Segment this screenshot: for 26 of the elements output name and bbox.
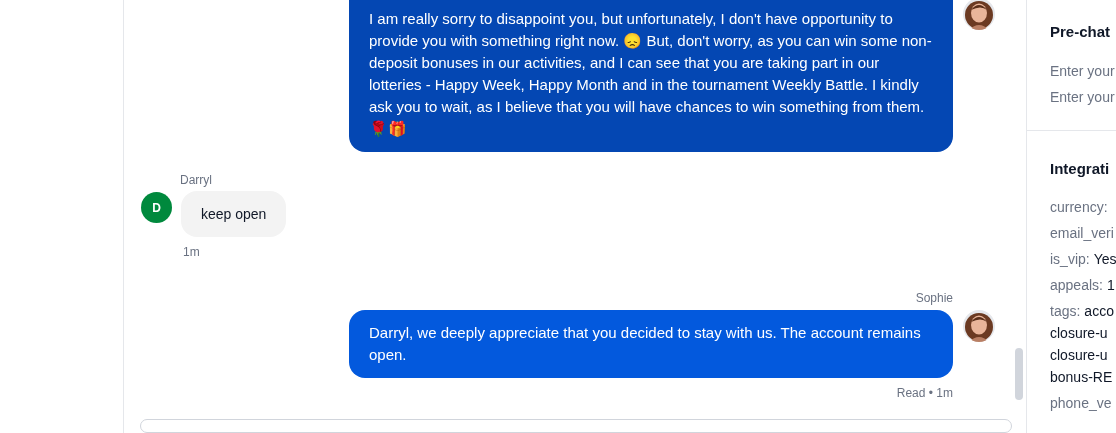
- field-label: email_veri: [1050, 224, 1114, 243]
- field-label: Enter your: [1050, 87, 1115, 107]
- message-input[interactable]: [140, 419, 1012, 433]
- field-value: 1: [1106, 276, 1115, 295]
- message-bubble: Darryl, we deeply appreciate that you decided to stay with us. The account remains open.: [349, 310, 953, 378]
- author-name: Sophie: [915, 290, 953, 307]
- field-value: Yes: [1093, 250, 1116, 269]
- message-bubble: keep open: [181, 191, 287, 237]
- field-label: tags:: [1050, 302, 1081, 321]
- author-name: Darryl: [180, 172, 212, 189]
- field-value: bonus-RE: [1050, 368, 1114, 387]
- avatar: D: [141, 192, 172, 223]
- field-label: phone_ve: [1050, 394, 1112, 413]
- timestamp: 1m: [183, 244, 200, 261]
- message-bubble: I am really sorry to disappoint you, but unfortunately, I don't have opportunity to provide you with something right now. 😞 But, don't worry, as you can win some non-deposit bonuses in our activities, and I can see that you are taking part in our lotteries - Happy Week, Happy Month and in the tournament Weekly Battle. I kindly ask you to wait, as I believe that you will have chances to win something from them. 🌹🎁: [349, 0, 953, 152]
- read-status: Read • 1m: [896, 385, 953, 402]
- section-title: Integrati: [1050, 158, 1111, 179]
- field-value: closure-u: [1050, 324, 1109, 343]
- field-value: acco: [1084, 302, 1114, 321]
- section-title: Pre-chat: [1050, 22, 1112, 42]
- field-value: closure-u: [1050, 346, 1109, 365]
- field-label: appeals:: [1050, 276, 1103, 295]
- scrollbar[interactable]: [1015, 348, 1023, 400]
- field-label: currency:: [1050, 198, 1108, 217]
- field-label: is_vip:: [1050, 250, 1090, 269]
- field-label: Enter your: [1050, 61, 1115, 81]
